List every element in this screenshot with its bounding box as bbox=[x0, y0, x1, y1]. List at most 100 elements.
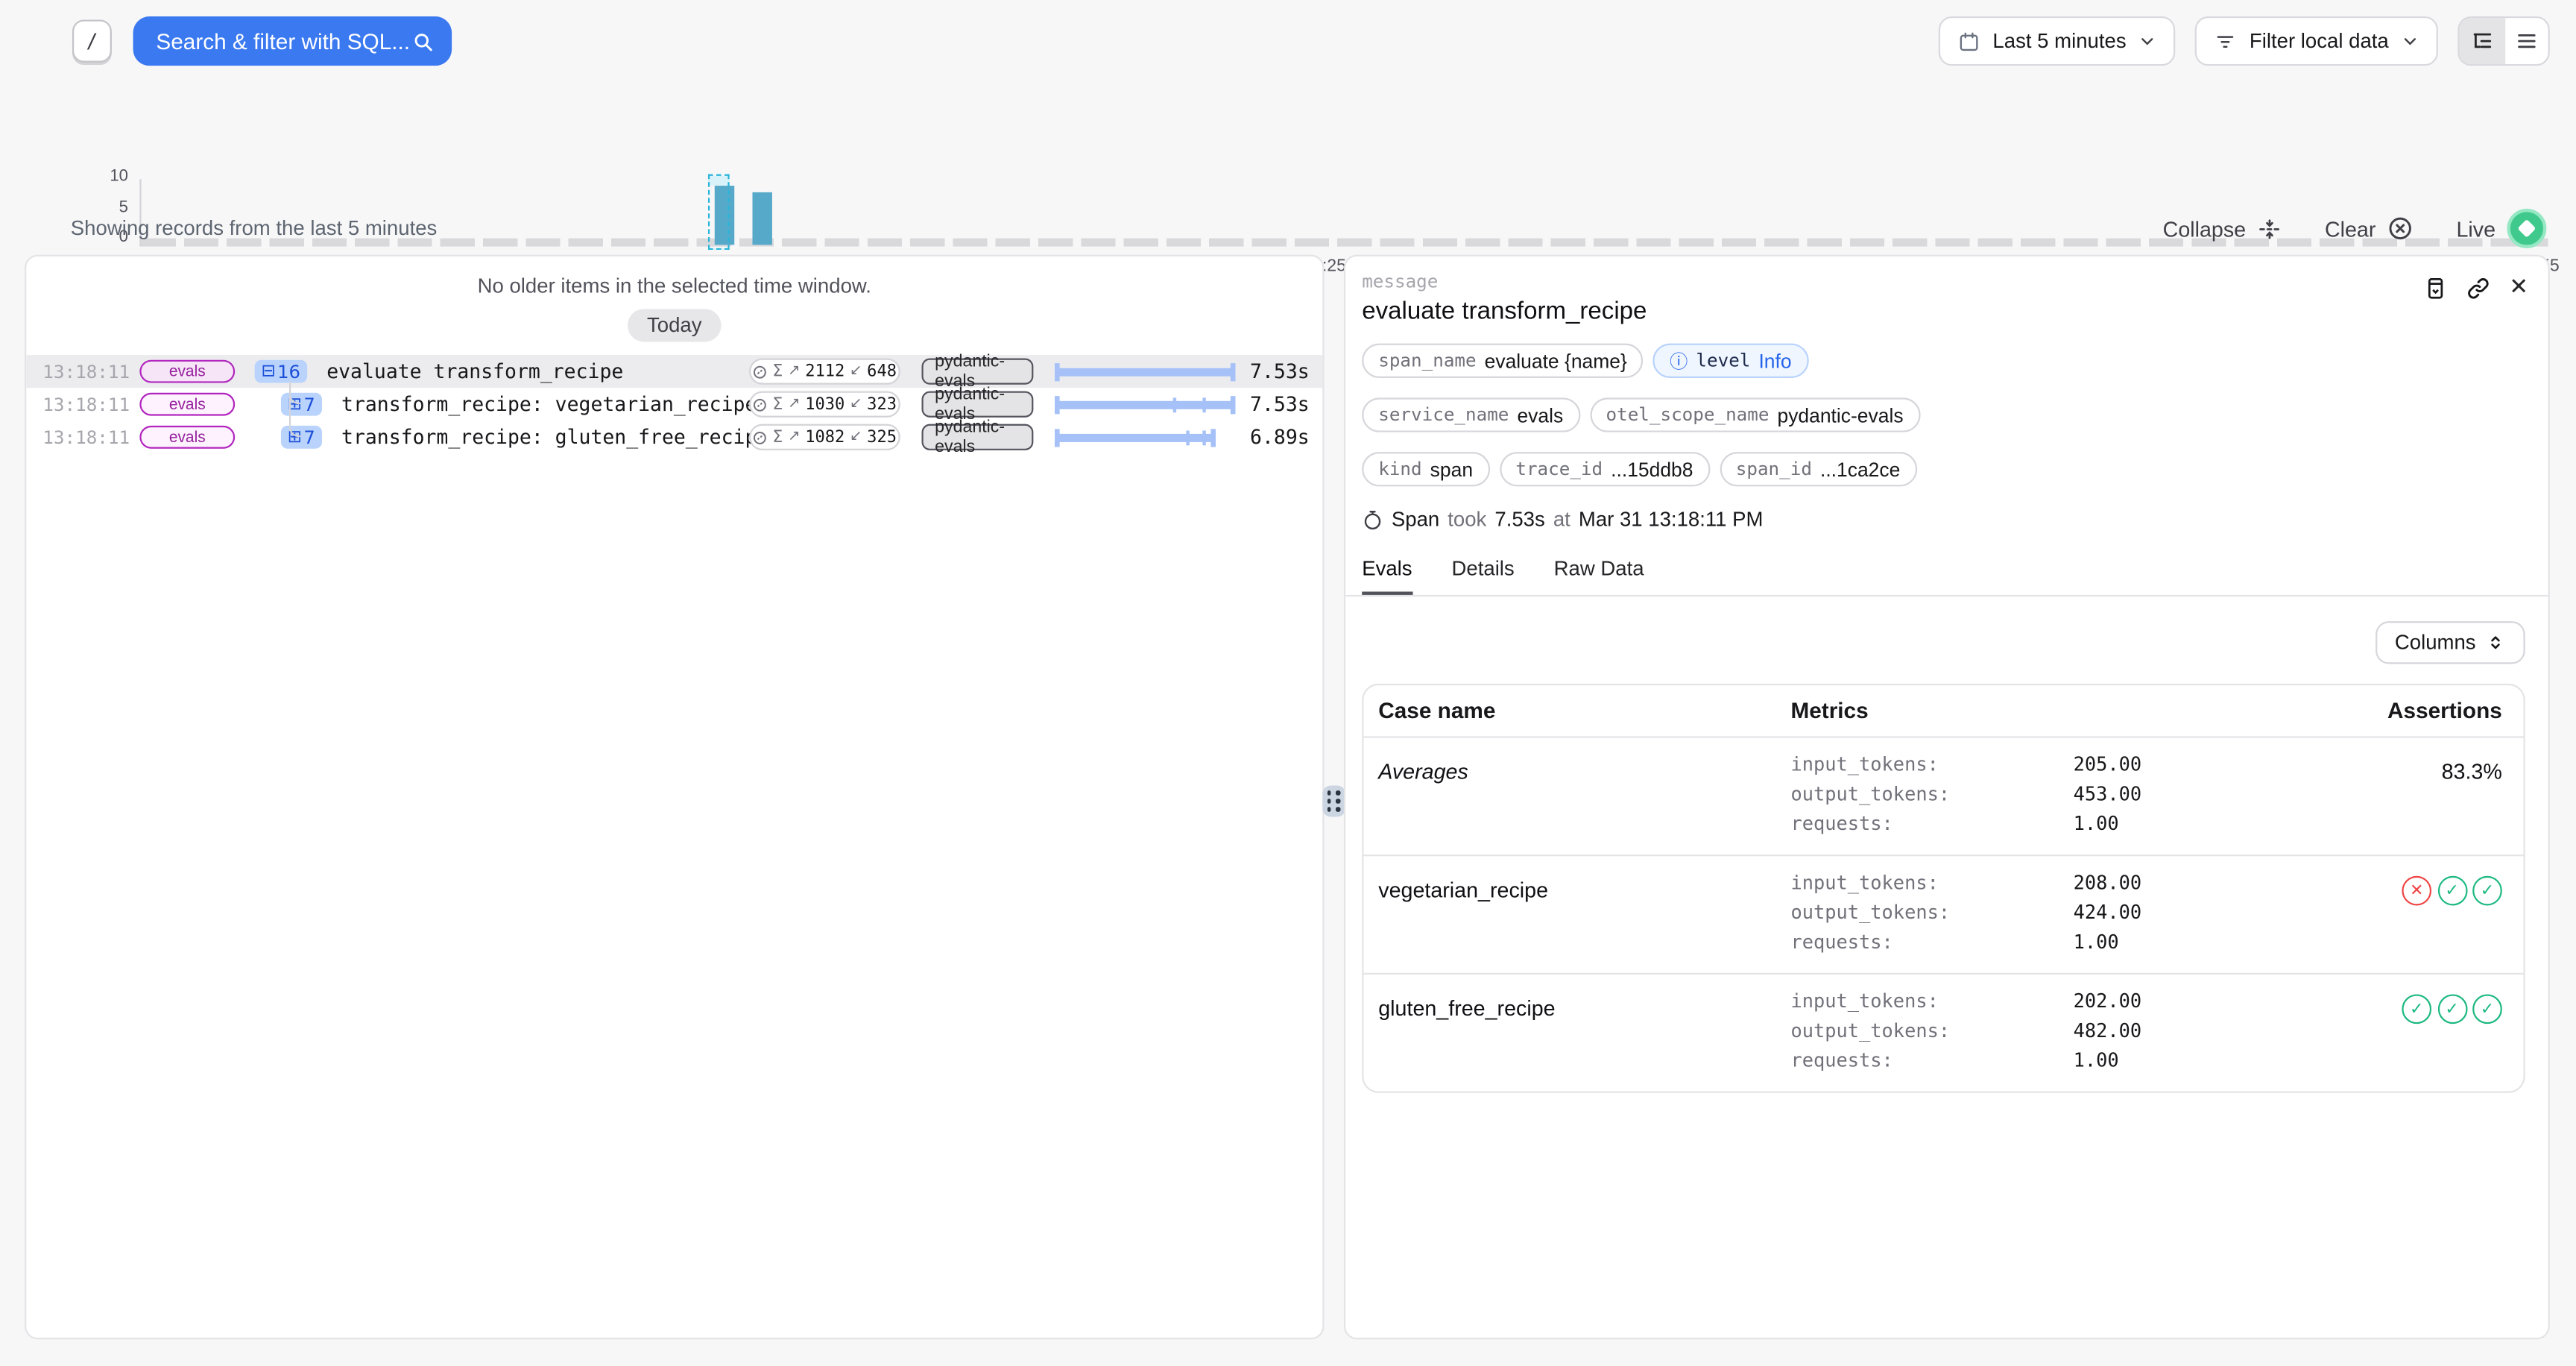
token-usage-pill[interactable]: Σ ↗1082 ↙325 bbox=[749, 424, 900, 450]
close-panel-icon[interactable]: ✕ bbox=[2509, 274, 2528, 300]
otel-scope-badge[interactable]: pydantic-evals bbox=[922, 391, 1034, 417]
slash-shortcut-key[interactable]: / bbox=[72, 19, 112, 62]
duration-label: 7.53s bbox=[1250, 393, 1310, 416]
list-view-toggle[interactable] bbox=[2504, 18, 2548, 64]
sigma-icon: Σ bbox=[772, 395, 783, 413]
reader-mode-icon[interactable] bbox=[2424, 275, 2449, 300]
assertion-pass-icon[interactable]: ✓ bbox=[2472, 876, 2502, 906]
tab-raw-data[interactable]: Raw Data bbox=[1554, 557, 1644, 595]
evals-tag-badge[interactable]: evals bbox=[139, 392, 235, 416]
span-id-tag[interactable]: span_id ...1ca2ce bbox=[1720, 452, 1917, 486]
child-count: 16 bbox=[277, 361, 300, 383]
tab-details[interactable]: Details bbox=[1451, 557, 1514, 595]
table-row-averages[interactable]: Averages input_tokens:205.00 output_toke… bbox=[1363, 738, 2523, 857]
arrow-down-left-icon: ↙ bbox=[850, 429, 862, 445]
row-timestamp: 13:18:11 bbox=[42, 394, 118, 415]
clear-label: Clear bbox=[2325, 216, 2375, 241]
chevron-down-icon bbox=[2402, 33, 2418, 49]
metric-value: 208.00 bbox=[2074, 872, 2142, 894]
tag-value: ...15ddb8 bbox=[1611, 458, 1693, 481]
otel-scope-name-tag[interactable]: otel_scope_name pydantic-evals bbox=[1589, 397, 1919, 432]
token-usage-pill[interactable]: Σ ↗2112 ↙648 bbox=[749, 358, 900, 384]
app-window: / Search & filter with SQL... Last 5 min… bbox=[0, 0, 2576, 1366]
tag-value: span bbox=[1430, 458, 1473, 481]
metric-label: input_tokens: bbox=[1790, 872, 2073, 894]
tree-view-toggle[interactable] bbox=[2460, 18, 2504, 64]
expand-children-toggle[interactable]: ⊞7 bbox=[281, 425, 322, 449]
timing-timestamp: Mar 31 13:18:11 PM bbox=[1579, 508, 1764, 531]
span-detail-panel: message evaluate transform_recipe ✕ span… bbox=[1344, 255, 2550, 1340]
trace-row-child[interactable]: 13:18:11 evals ⊞7 transform_recipe: vege… bbox=[26, 388, 1322, 421]
info-icon: ⓘ bbox=[1670, 347, 1688, 374]
filter-local-data-select[interactable]: Filter local data bbox=[2195, 16, 2438, 66]
filter-icon bbox=[2215, 31, 2237, 52]
assertion-pass-icon[interactable]: ✓ bbox=[2472, 994, 2502, 1024]
evals-tag-badge[interactable]: evals bbox=[139, 359, 235, 383]
case-name: gluten_free_recipe bbox=[1363, 991, 1790, 1071]
sigma-icon: Σ bbox=[772, 362, 783, 380]
assertion-fail-icon[interactable]: ✕ bbox=[2402, 876, 2431, 906]
collapse-children-toggle[interactable]: ⊟16 bbox=[255, 359, 307, 383]
token-usage-pill[interactable]: Σ ↗1030 ↙323 bbox=[749, 391, 900, 418]
assertion-pass-icon[interactable]: ✓ bbox=[2437, 994, 2467, 1024]
columns-button[interactable]: Columns bbox=[2375, 621, 2525, 664]
span-name: transform_recipe: vegetarian_recipe bbox=[341, 393, 757, 416]
collapse-vertical-icon bbox=[2258, 216, 2282, 241]
metric-value: 1.00 bbox=[2074, 1050, 2119, 1071]
table-row-case[interactable]: gluten_free_recipe input_tokens:202.00 o… bbox=[1363, 975, 2523, 1091]
otel-scope-badge[interactable]: pydantic-evals bbox=[922, 424, 1034, 450]
tag-key: service_name bbox=[1378, 404, 1509, 426]
grip-dots-icon bbox=[1327, 790, 1341, 812]
collapse-label: Collapse bbox=[2163, 216, 2247, 241]
tab-evals[interactable]: Evals bbox=[1362, 557, 1412, 595]
metric-label: requests: bbox=[1790, 813, 2073, 835]
tree-view-icon bbox=[2470, 30, 2493, 53]
trace-rows: 13:18:11 evals ⊟16 evaluate transform_re… bbox=[26, 355, 1322, 453]
tag-value: Info bbox=[1758, 349, 1791, 372]
case-name: vegetarian_recipe bbox=[1363, 872, 1790, 953]
table-row-case[interactable]: vegetarian_recipe input_tokens:208.00 ou… bbox=[1363, 856, 2523, 975]
trace-row-child[interactable]: 13:18:11 evals ⊞7 transform_recipe: glut… bbox=[26, 421, 1322, 453]
tag-key: span_id bbox=[1736, 459, 1812, 480]
arrow-down-left-icon: ↙ bbox=[850, 363, 862, 380]
time-range-select[interactable]: Last 5 minutes bbox=[1939, 16, 2176, 66]
evals-tag-badge[interactable]: evals bbox=[139, 425, 235, 449]
search-input[interactable]: Search & filter with SQL... bbox=[133, 16, 452, 66]
tag-value: evaluate {name} bbox=[1485, 349, 1627, 372]
span-name: transform_recipe: gluten_free_recipe bbox=[341, 426, 768, 449]
row-timestamp: 13:18:11 bbox=[42, 427, 118, 448]
metric-label: output_tokens: bbox=[1790, 784, 2073, 805]
copy-link-icon[interactable] bbox=[2466, 275, 2491, 300]
duration-bar bbox=[1053, 394, 1237, 414]
coin-icon bbox=[753, 397, 768, 412]
output-tokens: 325 bbox=[867, 428, 897, 446]
panel-resize-handle[interactable] bbox=[1322, 786, 1345, 817]
level-tag[interactable]: ⓘ level Info bbox=[1653, 344, 1808, 378]
span-name-tag[interactable]: span_name evaluate {name} bbox=[1362, 344, 1644, 378]
chevron-down-icon bbox=[2139, 33, 2156, 49]
assertion-pass-icon[interactable]: ✓ bbox=[2402, 994, 2431, 1024]
timing-duration: 7.53s bbox=[1494, 508, 1544, 531]
expand-children-toggle[interactable]: ⊞7 bbox=[281, 392, 322, 416]
clear-circle-x-icon bbox=[2387, 215, 2414, 242]
clear-button[interactable]: Clear bbox=[2325, 215, 2414, 242]
assertion-pass-icon[interactable]: ✓ bbox=[2437, 876, 2467, 906]
collapse-button[interactable]: Collapse bbox=[2163, 216, 2282, 241]
metric-label: input_tokens: bbox=[1790, 991, 2073, 1013]
showing-records-label: Showing records from the last 5 minutes bbox=[71, 217, 438, 240]
stopwatch-icon bbox=[1362, 509, 1383, 530]
squared-minus-icon: ⊟ bbox=[261, 362, 275, 381]
evals-table-header: Case name Metrics Assertions bbox=[1363, 685, 2523, 738]
coin-icon bbox=[753, 429, 768, 444]
trace-id-tag[interactable]: trace_id ...15ddb8 bbox=[1499, 452, 1709, 486]
live-toggle[interactable]: Live bbox=[2456, 209, 2546, 248]
otel-scope-badge[interactable]: pydantic-evals bbox=[922, 359, 1034, 384]
live-indicator-icon[interactable] bbox=[2507, 209, 2546, 248]
span-timing-line: Span took 7.53s at Mar 31 13:18:11 PM bbox=[1345, 486, 2548, 531]
service-name-tag[interactable]: service_name evals bbox=[1362, 397, 1579, 432]
metric-value: 482.00 bbox=[2074, 1021, 2142, 1042]
trace-row-root[interactable]: 13:18:11 evals ⊟16 evaluate transform_re… bbox=[26, 355, 1322, 388]
kind-tag[interactable]: kind span bbox=[1362, 452, 1489, 486]
tag-value: evals bbox=[1517, 403, 1563, 427]
input-tokens: 1082 bbox=[805, 428, 845, 446]
